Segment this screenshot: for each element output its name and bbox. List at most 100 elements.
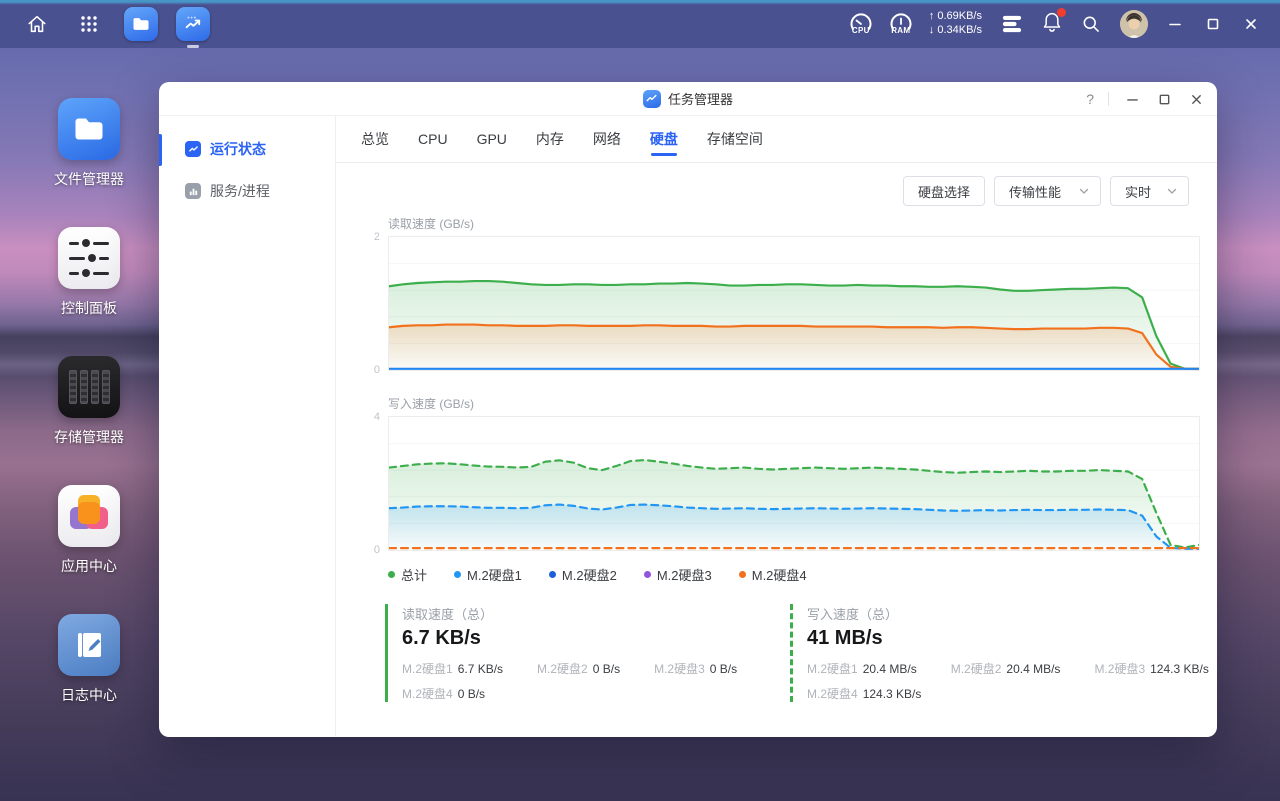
interval-dropdown-value: 实时 <box>1125 184 1152 200</box>
write-stat-title: 写入速度（总） <box>807 607 899 622</box>
window-titlebar: 任务管理器 ? <box>159 82 1217 116</box>
write-disk3-stat: M.2硬盘3 124.3 KB/s <box>1094 662 1209 676</box>
control-panel-icon <box>58 227 120 289</box>
tab-network[interactable]: 网络 <box>593 116 621 162</box>
legend-label: 总计 <box>401 568 428 583</box>
desktop-icon-label: 应用中心 <box>61 558 117 574</box>
legend-dot <box>548 571 556 578</box>
sidebar-item-label: 运行状态 <box>210 141 266 157</box>
taskbar: CPU RAM ↑ 0.69KB/s ↓ 0.34KB/s <box>0 0 1280 48</box>
sidebar-active-indicator <box>159 134 162 166</box>
desktop-icon-control-panel[interactable]: 控制面板 <box>46 227 132 318</box>
storage-server-icon[interactable] <box>998 7 1026 41</box>
metric-dropdown-value: 传输性能 <box>1009 184 1062 200</box>
home-icon[interactable] <box>20 7 54 41</box>
desktop-icon-label: 存储管理器 <box>54 429 124 445</box>
read-chart-plot <box>388 236 1200 371</box>
y-axis-max: 2 <box>373 231 380 243</box>
write-chart-plot <box>388 416 1200 551</box>
taskbar-task-manager-app[interactable] <box>176 7 210 48</box>
ram-gauge-label: RAM <box>891 26 911 35</box>
tab-memory[interactable]: 内存 <box>536 116 564 162</box>
desktop-minimize-icon[interactable] <box>1164 13 1186 35</box>
legend-label: M.2硬盘4 <box>751 568 807 583</box>
sidebar-item-services-processes[interactable]: 服务/进程 <box>159 170 335 212</box>
read-disk4-stat: M.2硬盘4 0 B/s <box>402 687 486 701</box>
write-disk4-stat: M.2硬盘4 124.3 KB/s <box>807 687 922 701</box>
read-chart-y-axis: 2 0 <box>336 232 388 376</box>
sidebar-item-running-status[interactable]: 运行状态 <box>159 128 335 170</box>
taskbar-file-manager-app[interactable] <box>124 7 158 41</box>
write-disk1-stat: M.2硬盘1 20.4 MB/s <box>807 662 917 676</box>
tab-cpu[interactable]: CPU <box>418 116 448 162</box>
legend-item-disk4[interactable]: M.2硬盘4 <box>738 565 807 584</box>
legend-item-disk3[interactable]: M.2硬盘3 <box>643 565 712 584</box>
search-icon[interactable] <box>1078 7 1104 41</box>
folder-icon <box>124 7 158 41</box>
legend-dot <box>454 571 462 578</box>
legend-item-disk2[interactable]: M.2硬盘2 <box>548 565 617 584</box>
desktop-maximize-icon[interactable] <box>1202 13 1224 35</box>
window-close-icon[interactable] <box>1187 90 1205 108</box>
write-chart: 4 0 <box>336 412 1217 556</box>
read-speed-stat: 读取速度（总） 6.7 KB/s M.2硬盘1 6.7 KB/s M.2硬盘2 0 … <box>385 604 790 702</box>
notifications-bell[interactable] <box>1042 7 1066 38</box>
titlebar-divider <box>1108 92 1109 106</box>
desktop-close-icon[interactable] <box>1240 13 1262 35</box>
window-minimize-icon[interactable] <box>1123 90 1141 108</box>
desktop-icon-file-manager[interactable]: 文件管理器 <box>46 98 132 189</box>
services-processes-icon <box>185 183 201 199</box>
y-axis-min: 0 <box>373 544 380 556</box>
desktop: CPU RAM ↑ 0.69KB/s ↓ 0.34KB/s 文件管理器 控制面板… <box>0 0 1280 801</box>
desktop-icon-label: 文件管理器 <box>54 171 124 187</box>
read-disk2-stat: M.2硬盘2 0 B/s <box>537 662 621 676</box>
read-chart: 2 0 <box>336 232 1217 376</box>
metric-dropdown[interactable]: 传输性能 <box>994 176 1101 206</box>
legend-item-total[interactable]: 总计 <box>388 565 427 584</box>
monitor-chart-icon <box>176 7 210 41</box>
chevron-down-icon <box>1079 188 1089 194</box>
disk-select-button[interactable]: 硬盘选择 <box>902 176 985 206</box>
legend-dot <box>738 571 746 578</box>
chevron-down-icon <box>1167 188 1177 194</box>
app-launcher-grid-icon[interactable] <box>72 7 106 41</box>
sidebar: 运行状态 服务/进程 <box>159 116 336 736</box>
running-status-icon <box>185 141 201 157</box>
log-center-icon <box>58 614 120 676</box>
write-speed-stat: 写入速度（总） 41 MB/s M.2硬盘1 20.4 MB/s M.2硬盘2 20… <box>790 604 1209 702</box>
y-axis-min: 0 <box>373 364 380 376</box>
task-manager-window: 任务管理器 ? 运行状态 服务/进程 总览 CPU GPU 内存 网络 硬盘 存… <box>159 82 1217 737</box>
tab-bar: 总览 CPU GPU 内存 网络 硬盘 存储空间 <box>336 116 1217 163</box>
tab-storage-space[interactable]: 存储空间 <box>707 116 763 162</box>
read-disk1-stat: M.2硬盘1 6.7 KB/s <box>402 662 504 676</box>
read-disk3-stat: M.2硬盘3 0 B/s <box>654 662 738 676</box>
tab-disk[interactable]: 硬盘 <box>650 116 678 162</box>
write-chart-y-axis: 4 0 <box>336 412 388 556</box>
legend-label: M.2硬盘1 <box>467 568 522 583</box>
cpu-gauge[interactable]: CPU <box>849 13 873 35</box>
legend-dot <box>388 571 395 578</box>
net-upload-speed: ↑ 0.69KB/s <box>928 10 982 23</box>
ram-gauge[interactable]: RAM <box>889 13 913 35</box>
legend-item-disk1[interactable]: M.2硬盘1 <box>454 565 522 584</box>
desktop-icon-log-center[interactable]: 日志中心 <box>46 614 132 705</box>
user-avatar[interactable] <box>1120 10 1148 38</box>
tab-overview[interactable]: 总览 <box>361 116 389 162</box>
desktop-icon-app-center[interactable]: 应用中心 <box>46 485 132 576</box>
network-speed-indicator[interactable]: ↑ 0.69KB/s ↓ 0.34KB/s <box>929 10 982 38</box>
running-app-indicator <box>187 45 199 48</box>
window-title: 任务管理器 <box>667 92 733 107</box>
legend-label: M.2硬盘2 <box>561 568 617 583</box>
desktop-icon-column: 文件管理器 控制面板 存储管理器 应用中心 日志中心 <box>46 98 132 705</box>
net-download-speed: ↓ 0.34KB/s <box>928 24 982 36</box>
write-stat-value: 41 MB/s <box>807 627 883 649</box>
window-maximize-icon[interactable] <box>1155 90 1173 108</box>
tab-gpu[interactable]: GPU <box>477 116 507 162</box>
help-button[interactable]: ? <box>1086 91 1094 107</box>
file-manager-icon <box>58 98 120 160</box>
desktop-icon-storage-manager[interactable]: 存储管理器 <box>46 356 132 447</box>
legend-label: M.2硬盘3 <box>656 568 712 583</box>
window-app-icon <box>642 89 661 108</box>
write-disk2-stat: M.2硬盘2 20.4 MB/s <box>950 662 1061 676</box>
interval-dropdown[interactable]: 实时 <box>1110 176 1189 206</box>
